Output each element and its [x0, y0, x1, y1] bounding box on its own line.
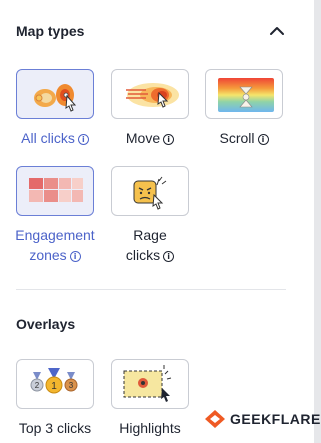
move-heatmap-icon [126, 83, 179, 108]
panel-edge [314, 0, 321, 443]
map-type-scroll[interactable] [205, 69, 283, 119]
info-icon[interactable]: i [257, 134, 269, 145]
info-icon[interactable]: i [69, 251, 81, 262]
brand-name: GEEKFLARE [230, 411, 321, 427]
scroll-label: Scroll i [197, 128, 291, 148]
all-clicks-text: All clicks [21, 130, 75, 146]
info-icon[interactable]: i [77, 134, 89, 145]
map-type-move[interactable] [111, 69, 189, 119]
medal-3-text: 3 [69, 381, 74, 390]
overlay-highlights[interactable] [111, 359, 189, 409]
engagement-zones-label: Engagement zones i [0, 225, 110, 265]
collapse-button[interactable] [266, 22, 288, 40]
info-icon[interactable]: i [163, 251, 175, 262]
map-types-title: Map types [16, 23, 85, 39]
info-icon[interactable]: i [163, 134, 175, 145]
rage-clicks-icon [133, 176, 167, 210]
map-type-all-clicks[interactable] [16, 69, 94, 119]
section-divider [16, 289, 286, 290]
medals-icon: 2 1 3 [30, 368, 78, 394]
rage-clicks-label: Rage clicks i [103, 225, 197, 265]
engagement-zones-line2: zones [29, 247, 67, 263]
rage-clicks-line2: clicks [125, 247, 161, 263]
map-type-rage-clicks[interactable] [111, 166, 189, 216]
move-label: Move i [103, 128, 197, 148]
engagement-zones-line1: Engagement [15, 227, 95, 243]
all-clicks-label: All clicks i [8, 128, 102, 148]
overlays-title: Overlays [16, 316, 76, 332]
geekflare-logo-icon [205, 410, 225, 428]
overlay-top-3-clicks[interactable]: 2 1 3 [16, 359, 94, 409]
brand-logo: GEEKFLARE [204, 408, 321, 430]
top-3-clicks-label: Top 3 clicks [18, 420, 92, 436]
rage-clicks-line1: Rage [133, 227, 167, 243]
chevron-up-icon [270, 27, 284, 35]
highlights-icon [123, 365, 172, 402]
scroll-text: Scroll [219, 130, 255, 146]
highlights-label: Highlights [119, 420, 181, 436]
medal-2-text: 2 [35, 381, 40, 390]
engagement-zones-icon [29, 178, 83, 202]
map-type-engagement-zones[interactable] [16, 166, 94, 216]
medal-1-text: 1 [51, 381, 57, 392]
move-text: Move [125, 130, 161, 146]
scroll-heatmap-icon [218, 78, 274, 112]
all-clicks-heatmap-icon [34, 84, 77, 112]
